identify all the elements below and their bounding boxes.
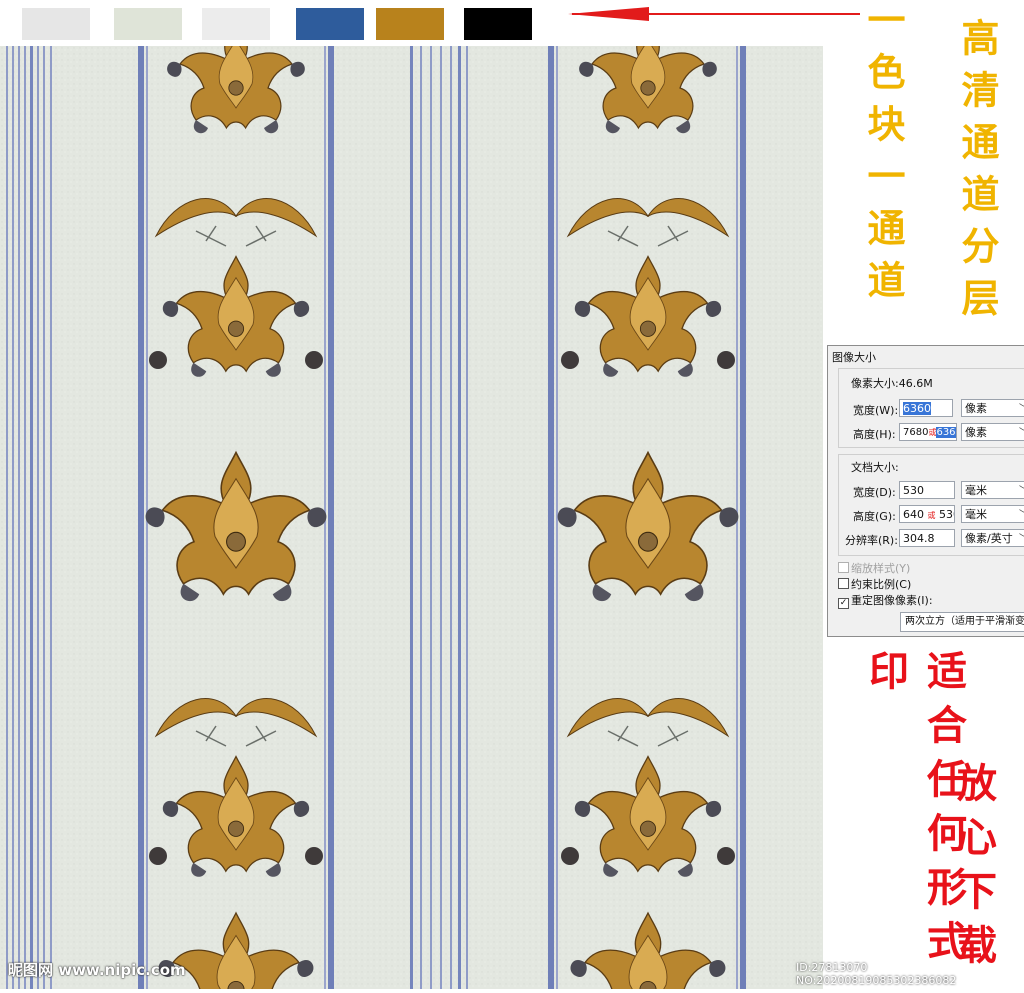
document-size-label: 文档大小: — [851, 461, 899, 474]
swatch-pale-sage — [114, 8, 182, 40]
chevron-down-icon: ﹀ — [1019, 482, 1024, 500]
resample-method-select[interactable]: 两次立方（适用于平滑渐变 — [900, 612, 1024, 632]
document-size-group: 文档大小: 宽度(D): 530 毫米﹀ 高度(G): 640 或 530 毫米… — [838, 454, 1024, 556]
swatch-light-gray — [22, 8, 90, 40]
pixel-height-row: 高度(H): 7680或6360 像素﹀ — [839, 423, 1024, 443]
resolution-unit-select[interactable]: 像素/英寸﹀ — [961, 529, 1024, 547]
scale-styles-checkbox: 缩放样式(Y) — [838, 560, 910, 576]
dialog-title: 图像大小 — [832, 351, 876, 364]
pixel-width-row: 宽度(W): 6360 像素﹀ — [839, 399, 1024, 419]
doc-width-input[interactable]: 530 — [899, 481, 955, 499]
pixel-width-label: 宽度(W): — [853, 404, 899, 417]
wallpaper-pattern-svg — [0, 19, 823, 993]
image-size-dialog: 图像大小 像素大小:46.6M 宽度(W): 6360 像素﹀ 高度(H): 7… — [827, 345, 1024, 637]
swatch-ochre — [376, 8, 444, 40]
resample-image-checkbox[interactable]: ✓ 重定图像像素(I): — [838, 592, 933, 609]
swatch-off-white — [202, 8, 270, 40]
doc-width-row: 宽度(D): 530 毫米﹀ — [839, 481, 1024, 501]
pixel-width-input[interactable]: 6360 — [899, 399, 953, 417]
resolution-label: 分辨率(R): — [845, 534, 898, 547]
pixel-height-unit-select[interactable]: 像素﹀ — [961, 423, 1024, 441]
pixel-dimensions-group: 像素大小:46.6M 宽度(W): 6360 像素﹀ 高度(H): 7680或6… — [838, 368, 1024, 448]
pixel-dimensions-label: 像素大小:46.6M — [851, 377, 933, 390]
doc-height-unit-select[interactable]: 毫米﹀ — [961, 505, 1024, 523]
site-watermark: 昵图网 www.nipic.com — [8, 961, 186, 979]
chevron-down-icon: ﹀ — [1019, 400, 1024, 418]
constrain-proportions-checkbox[interactable]: 约束比例(C) — [838, 576, 911, 592]
promo-hd-channel-layers: 高清通道分层 — [955, 18, 1000, 330]
resolution-input[interactable]: 304.8 — [899, 529, 955, 547]
color-swatch-bar — [0, 0, 560, 46]
id-watermark: ID:27813070 NO:20200819085302386082 — [796, 961, 957, 987]
doc-height-row: 高度(G): 640 或 530 毫米﹀ — [839, 505, 1024, 525]
damask-wallpaper-preview — [0, 19, 823, 993]
red-arrow-icon — [568, 7, 649, 21]
swatch-black — [464, 8, 532, 40]
pixel-height-input[interactable]: 7680或6360 — [899, 423, 957, 441]
pixel-width-unit-select[interactable]: 像素﹀ — [961, 399, 1024, 417]
doc-width-unit-select[interactable]: 毫米﹀ — [961, 481, 1024, 499]
resolution-row: 分辨率(R): 304.8 像素/英寸﹀ — [839, 529, 1024, 549]
pixel-height-label: 高度(H): — [853, 428, 896, 441]
swatch-blue — [296, 8, 364, 40]
doc-height-input[interactable]: 640 或 530 — [899, 505, 955, 523]
chevron-down-icon: ﹀ — [1019, 424, 1024, 442]
doc-width-label: 宽度(D): — [853, 486, 896, 499]
doc-height-label: 高度(G): — [853, 510, 896, 523]
chevron-down-icon: ﹀ — [1019, 506, 1024, 524]
chevron-down-icon: ﹀ — [1019, 530, 1024, 548]
promo-download-safely: 放心下载 — [950, 762, 997, 978]
promo-one-color-one-channel: 一色块一通道 — [861, 0, 906, 312]
